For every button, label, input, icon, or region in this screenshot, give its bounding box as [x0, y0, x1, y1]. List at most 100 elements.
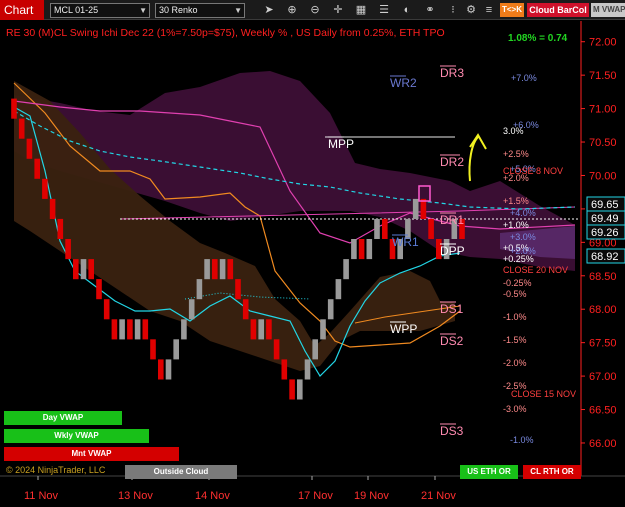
- renko-bar: [73, 259, 79, 280]
- renko-bar: [196, 279, 203, 300]
- mnt-vwap-button[interactable]: Mnt VWAP: [4, 447, 179, 461]
- pivot-label: WR2: [390, 76, 417, 90]
- percent-label: -0.25%: [503, 278, 532, 288]
- renko-bar: [103, 299, 110, 320]
- renko-bar: [150, 339, 156, 360]
- pivot-label: DR1: [440, 213, 464, 227]
- pivot-label: DR2: [440, 155, 464, 169]
- y-tick-label: 71.50: [589, 70, 617, 82]
- price-label-value: 68.92: [591, 251, 619, 263]
- copyright-text: © 2024 NinjaTrader, LLC: [6, 465, 106, 475]
- percent-label: -2.0%: [503, 358, 527, 368]
- chart-panel[interactable]: RE 30 (M)CL Swing Ichi Dec 22 (1%=7.50p=…: [0, 21, 625, 507]
- percent-label: -0.5%: [503, 289, 527, 299]
- y-tick-label: 70.00: [589, 170, 617, 182]
- renko-bar: [65, 239, 71, 260]
- renko-bar: [289, 379, 295, 400]
- renko-bar: [320, 319, 326, 340]
- cl-rth-or-button[interactable]: CL RTH OR: [523, 465, 581, 479]
- pivot-label: WPP: [390, 322, 417, 336]
- instrument-value: MCL 01-25: [54, 5, 99, 15]
- pivot-label: DR3: [440, 66, 464, 80]
- renko-bar: [11, 98, 17, 119]
- list-icon[interactable]: ≡: [482, 3, 496, 17]
- zoom-in-icon[interactable]: ⊕: [285, 3, 299, 17]
- mnt-vwap-label: Mnt VWAP: [71, 449, 112, 458]
- bar-type-value: 30 Renko: [159, 5, 198, 15]
- chart-tab-label[interactable]: Chart: [0, 0, 44, 20]
- m-vwap-button[interactable]: M VWAP: [591, 3, 625, 17]
- renko-bar: [142, 319, 149, 340]
- chevron-down-icon: ▼: [139, 6, 147, 15]
- color-icon[interactable]: ◐: [400, 3, 414, 17]
- renko-bar: [188, 299, 195, 320]
- y-tick-label: 66.00: [589, 438, 617, 450]
- percent-label: +4.0%: [510, 208, 536, 218]
- renko-bar: [181, 319, 187, 340]
- renko-bar: [242, 299, 249, 320]
- cursor-icon[interactable]: ➤: [262, 3, 276, 17]
- grid-icon[interactable]: ⁝: [446, 3, 460, 17]
- renko-bar: [26, 138, 33, 159]
- renko-bar: [127, 319, 133, 340]
- renko-bar: [266, 319, 272, 340]
- percent-label: +0.25%: [503, 254, 534, 264]
- renko-bar: [204, 259, 210, 280]
- renko-bar: [34, 158, 40, 179]
- percent-label: 3.0%: [503, 126, 524, 136]
- close-label: CLOSE 20 NOV: [503, 265, 568, 275]
- renko-bar: [304, 359, 311, 380]
- renko-bar: [420, 198, 427, 219]
- close-label: CLOSE 15 NOV: [511, 389, 576, 399]
- menu-icon[interactable]: ☰: [377, 3, 391, 17]
- price-label-value: 69.49: [591, 213, 619, 225]
- outside-cloud-badge: Outside Cloud: [125, 465, 237, 479]
- cloud-barcol-button[interactable]: Cloud BarCol: [527, 3, 589, 17]
- renko-bar: [351, 239, 357, 260]
- tk-button[interactable]: T<>K: [500, 3, 524, 17]
- x-tick-label: 11 Nov: [24, 490, 59, 502]
- us-eth-or-label: US ETH OR: [467, 467, 511, 476]
- bar-type-selector[interactable]: 30 Renko ▼: [155, 3, 245, 18]
- renko-bar: [327, 299, 334, 320]
- percent-label: -1.0%: [503, 312, 527, 322]
- day-vwap-label: Day VWAP: [42, 413, 84, 422]
- day-vwap-button[interactable]: Day VWAP: [4, 411, 122, 425]
- pivot-label: DS2: [440, 334, 464, 348]
- percent-label: -3.0%: [503, 404, 527, 414]
- wkly-vwap-button[interactable]: Wkly VWAP: [4, 429, 149, 443]
- renko-bar: [111, 319, 118, 340]
- percent-label: +1.0%: [503, 220, 529, 230]
- cl-rth-or-label: CL RTH OR: [530, 467, 574, 476]
- renko-bar: [96, 279, 102, 300]
- x-tick-label: 19 Nov: [354, 490, 389, 502]
- renko-bar: [88, 259, 94, 280]
- pivot-label: MPP: [328, 137, 354, 151]
- renko-bar: [335, 279, 342, 300]
- tile-icon[interactable]: ▦: [354, 3, 368, 17]
- percent-label: -1.0%: [510, 435, 534, 445]
- x-tick-label: 17 Nov: [298, 490, 333, 502]
- renko-bar: [312, 339, 318, 360]
- renko-bar: [49, 198, 56, 219]
- y-tick-label: 71.00: [589, 104, 617, 116]
- ichimoku-cloud: [14, 71, 575, 371]
- chevron-down-icon: ▼: [234, 6, 242, 15]
- crosshair-icon[interactable]: ✛: [331, 3, 345, 17]
- link-icon[interactable]: ⚭: [423, 3, 437, 17]
- renko-bar: [382, 218, 388, 239]
- us-eth-or-button[interactable]: US ETH OR: [460, 465, 518, 479]
- renko-bar: [227, 259, 234, 280]
- zoom-out-icon[interactable]: ⊖: [308, 3, 322, 17]
- renko-bar: [358, 239, 365, 260]
- instrument-selector[interactable]: MCL 01-25 ▼: [50, 3, 150, 18]
- pivot-label: DS1: [440, 302, 464, 316]
- gear-icon[interactable]: ⚙: [464, 3, 478, 17]
- percent-label: +1.5%: [503, 196, 529, 206]
- renko-bar: [219, 259, 226, 280]
- renko-bar: [18, 118, 25, 139]
- renko-bar: [158, 359, 164, 380]
- percent-label: -1.5%: [503, 335, 527, 345]
- price-label-value: 69.26: [591, 227, 619, 239]
- y-tick-label: 67.00: [589, 371, 617, 383]
